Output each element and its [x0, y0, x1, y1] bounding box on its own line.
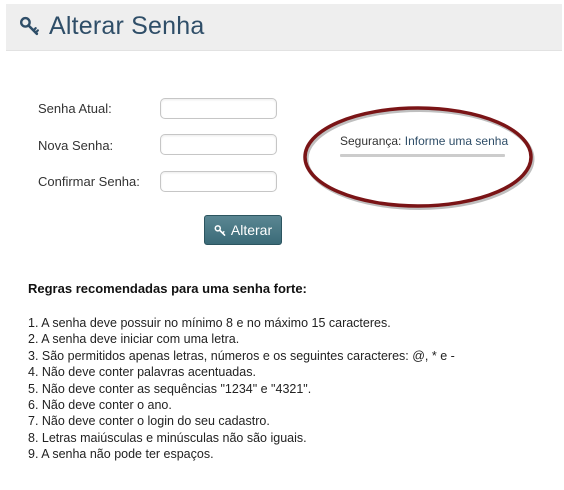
strength-meter-bar	[340, 154, 505, 157]
rule-item: 3. São permitidos apenas letras, números…	[28, 348, 455, 363]
rule-item: 4. Não deve conter palavras acentuadas.	[28, 365, 256, 380]
rule-item: 5. Não deve conter as sequências "1234" …	[28, 381, 312, 396]
strength-label: Segurança:	[340, 134, 402, 148]
confirm-password-input[interactable]	[160, 171, 277, 192]
rule-item: 7. Não deve conter o login do seu cadast…	[28, 414, 270, 429]
highlight-ellipse	[303, 106, 535, 210]
new-password-label: Nova Senha:	[38, 138, 114, 153]
change-password-button-label: Alterar	[230, 222, 273, 238]
strength-value: Informe uma senha	[404, 134, 509, 148]
confirm-password-label: Confirmar Senha:	[38, 174, 140, 189]
rule-item: 1. A senha deve possuir no mínimo 8 e no…	[28, 316, 391, 330]
current-password-label: Senha Atual:	[38, 101, 112, 116]
rule-item: 9. A senha não pode ter espaços.	[28, 447, 214, 462]
new-password-input[interactable]	[160, 134, 277, 155]
current-password-input[interactable]	[160, 98, 277, 119]
rule-item: 6. Não deve conter o ano.	[28, 398, 172, 413]
key-icon	[20, 16, 39, 36]
rules-title: Regras recomendadas para uma senha forte…	[28, 281, 307, 296]
rules-list: 1. A senha deve possuir no mínimo 8 e no…	[28, 315, 455, 463]
password-strength: Segurança: Informe uma senha	[340, 134, 508, 148]
page-title: Alterar Senha	[49, 12, 205, 40]
page-header: Alterar Senha	[6, 4, 562, 51]
key-icon	[214, 224, 226, 236]
rule-item: 8. Letras maiúsculas e minúsculas não sã…	[28, 430, 307, 445]
rule-item: 2. A senha deve iniciar com uma letra.	[28, 332, 240, 347]
change-password-button[interactable]: Alterar	[204, 215, 282, 245]
